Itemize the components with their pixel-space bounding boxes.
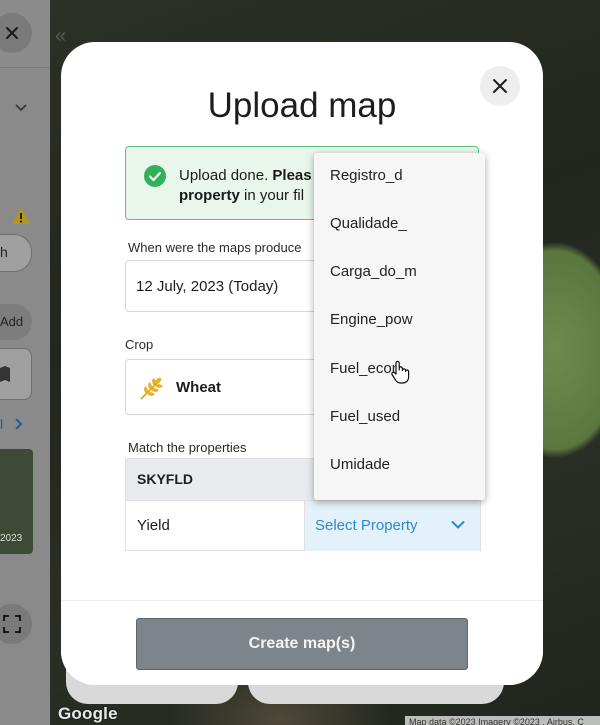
check-circle-icon (144, 165, 166, 187)
collapse-sidebar-icon[interactable]: « (55, 25, 66, 48)
modal-title: Upload map (207, 86, 397, 125)
crop-field-value: Wheat (176, 379, 221, 396)
table-row: Yield Select Property (126, 500, 480, 551)
dropdown-option[interactable]: Umidade (314, 442, 485, 490)
dropdown-option-label: Fuel_used (330, 408, 401, 425)
dropdown-option-label: Qualidade_ (330, 215, 407, 232)
success-text-2: in your fil (239, 187, 305, 204)
dropdown-option[interactable]: Engine_pow (314, 297, 485, 345)
date-field-value: 12 July, 2023 (Today) (136, 278, 279, 295)
date-field-label: When were the maps produce (128, 240, 302, 255)
sidebar-pill-1-label: h (0, 244, 8, 260)
row-property-name: Yield (137, 517, 170, 534)
google-logo: Google (58, 704, 118, 723)
crop-field-label: Crop (125, 337, 154, 352)
thumbnail-year: 2023 (0, 533, 23, 544)
chevron-right-icon[interactable] (14, 417, 24, 436)
sidebar-link[interactable]: l (0, 416, 3, 432)
dropdown-option[interactable]: Qualidade_ (314, 201, 485, 249)
modal-footer: Create map(s) (61, 600, 543, 685)
dropdown-option-label: Umidade (330, 456, 391, 473)
select-property-label: Select Property (315, 517, 418, 534)
create-maps-button[interactable]: Create map(s) (136, 618, 468, 670)
add-button-label: Add (0, 314, 24, 329)
success-text-1: Upload done. (179, 167, 273, 184)
wheat-icon (140, 377, 163, 400)
select-property-dropdown[interactable]: Select Property (304, 501, 480, 551)
dropdown-option-label: Registro_d (330, 167, 403, 184)
chevron-down-icon (451, 521, 465, 529)
sidebar: h Add l 2023 (0, 0, 50, 725)
match-properties-label: Match the properties (128, 440, 247, 455)
warning-icon (11, 207, 31, 230)
dropdown-option-label: Carga_do_m (330, 263, 417, 280)
dropdown-option[interactable]: Fuel_used (314, 394, 485, 442)
dropdown-option-label: Engine_pow (330, 311, 413, 328)
dropdown-option[interactable]: Carga_do_m (314, 249, 485, 297)
success-text-bold-1: Pleas (272, 167, 312, 184)
map-thumbnail[interactable]: 2023 (0, 449, 33, 554)
success-text-bold-2: property (179, 187, 240, 204)
property-options-menu: Registro_d Qualidade_ Carga_do_m Engine_… (314, 153, 485, 500)
dropdown-option[interactable]: Registro_d (314, 153, 485, 201)
hand-cursor-icon (391, 360, 410, 384)
chevron-down-icon[interactable] (14, 100, 28, 116)
table-header-source: SKYFLD (137, 471, 193, 487)
map-icon (0, 366, 10, 387)
map-attribution: Map data ©2023 Imagery ©2023 , Airbus, C (405, 716, 600, 725)
expand-icon[interactable] (0, 604, 32, 644)
